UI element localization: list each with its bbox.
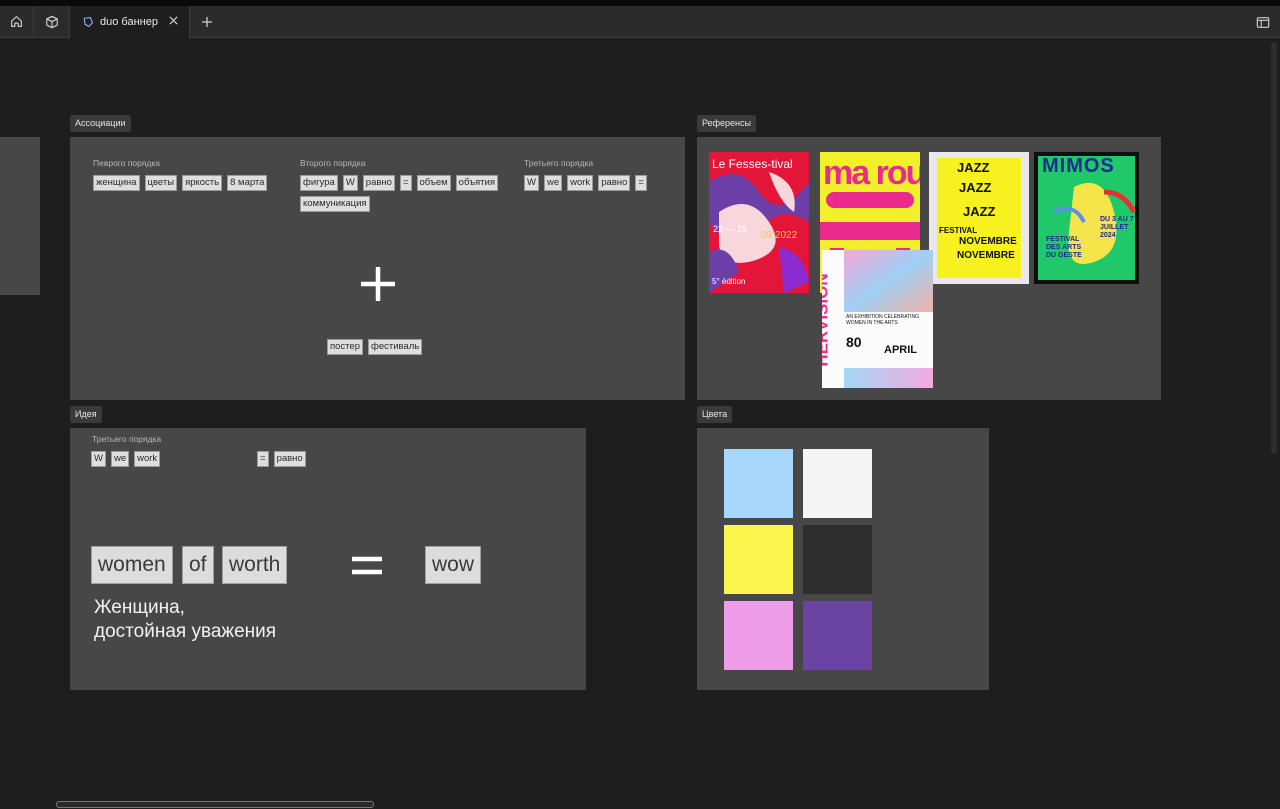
chip[interactable]: женщина <box>93 175 140 191</box>
poster-line1: JAZZ <box>959 180 992 195</box>
subtitle-line: достойная уважения <box>94 621 277 642</box>
chips-second-order: фигура W равно = объем объятия коммуника… <box>300 175 512 212</box>
subtitle-line: Женщина, <box>94 597 185 618</box>
chip[interactable]: 8 марта <box>227 175 268 191</box>
caption-second-order: Второго порядка <box>300 158 366 168</box>
color-swatch-dark-gray[interactable] <box>803 525 872 594</box>
poster-hervision[interactable]: HERVISION AN EXHIBITION CELEBRATING WOME… <box>822 250 933 388</box>
poster-sub: FESTIVAL DES ARTS DU GESTE <box>1046 236 1082 259</box>
chip[interactable]: объем <box>416 175 451 191</box>
plus-icon <box>202 17 212 27</box>
chip[interactable]: W <box>91 451 106 467</box>
big-chip-wow[interactable]: wow <box>425 546 482 584</box>
plus-shape[interactable] <box>356 262 400 306</box>
poster-line2: NOVEMBRE <box>959 236 1017 247</box>
chips-first-order: женщина цветы яркость 8 марта <box>93 175 293 191</box>
chip[interactable]: work <box>567 175 594 191</box>
chip[interactable]: work <box>134 451 161 467</box>
caption-idea: Третьего порядка <box>92 434 162 444</box>
poster-mimos[interactable]: MIMOS FESTIVAL DES ARTS DU GESTE DU 3 AU… <box>1034 152 1139 284</box>
poster-jazzdor[interactable]: JAZZ JAZZ JAZZ FESTIVAL NOVEMBRE NOVEMBR… <box>929 152 1029 284</box>
big-chip-worth[interactable]: worth <box>222 546 288 584</box>
poster-vertical: HERVISION <box>822 273 832 367</box>
chip[interactable]: постер <box>327 339 363 355</box>
tab-bar: duo баннер <box>0 6 1280 38</box>
chip[interactable]: W <box>524 175 539 191</box>
poster-le-fesses-tival[interactable]: Le Fesses-tival 22 — 25 09.2022 5° éditi… <box>709 152 809 293</box>
chip[interactable]: равно <box>362 175 395 191</box>
poster-month: APRIL <box>884 344 917 356</box>
poster-title: MIMOS <box>1042 155 1115 177</box>
chip[interactable]: = <box>399 175 412 191</box>
caption-first-order: Певрого порядка <box>93 158 160 168</box>
poster-line3: FESTIVAL <box>939 226 978 235</box>
color-swatch-purple[interactable] <box>803 601 872 670</box>
chips-third-order: W we work равно = <box>524 175 674 191</box>
horizontal-scrollbar[interactable] <box>56 801 374 808</box>
chips-idea-right: = равно <box>257 451 327 467</box>
tab-duo-banner[interactable]: duo баннер <box>70 6 190 38</box>
chip[interactable]: = <box>257 451 269 467</box>
home-icon <box>11 16 22 27</box>
big-chip-women[interactable]: women <box>91 546 173 584</box>
new-tab-button[interactable] <box>196 13 218 31</box>
chips-format: постер фестиваль <box>327 339 447 355</box>
poster-dates: 22 — 25 <box>713 224 748 234</box>
poster-desc: AN EXHIBITION CELEBRATING WOMEN IN THE A… <box>846 314 919 326</box>
workspace-button[interactable] <box>34 6 70 37</box>
chip[interactable]: объятия <box>455 175 498 191</box>
poster-date: DU 3 AU 7 JUILLET 2024 <box>1100 216 1134 239</box>
chip[interactable]: цветы <box>144 175 178 191</box>
caption-third-order: Третьего порядка <box>524 158 594 168</box>
color-swatch-yellow[interactable] <box>724 525 793 594</box>
big-chip-of[interactable]: of <box>182 546 214 584</box>
chip[interactable]: фигура <box>300 175 338 191</box>
chip[interactable]: we <box>543 175 563 191</box>
color-swatch-white[interactable] <box>803 449 872 518</box>
poster-text: ma rou <box>823 154 920 192</box>
vertical-scrollbar[interactable] <box>1271 42 1277 454</box>
chip[interactable]: коммуникация <box>300 196 370 212</box>
frame-label-associations[interactable]: Ассоциации <box>70 115 131 132</box>
frame-label-references[interactable]: Референсы <box>697 115 756 132</box>
equals-shape[interactable] <box>350 550 384 580</box>
chip[interactable]: равно <box>273 451 306 467</box>
cube-icon <box>45 15 58 28</box>
close-icon[interactable] <box>168 15 179 26</box>
poster-line1: JAZZ <box>963 204 996 219</box>
chips-idea-left: W we work <box>91 451 191 467</box>
poster-line1: JAZZ <box>957 160 990 175</box>
chip[interactable]: we <box>110 451 130 467</box>
tab-title: duo баннер <box>100 16 158 28</box>
poster-title: Le Fesses-tival <box>712 157 793 171</box>
chip[interactable]: яркость <box>182 175 223 191</box>
poster-art <box>709 152 809 293</box>
panel-icon <box>1256 16 1270 28</box>
chip[interactable]: = <box>635 175 647 191</box>
frame-label-idea[interactable]: Идея <box>70 406 102 423</box>
chip[interactable]: W <box>342 175 358 191</box>
color-swatch-pink[interactable] <box>724 601 793 670</box>
home-button[interactable] <box>0 6 34 37</box>
offscreen-frame[interactable] <box>0 137 40 295</box>
chip[interactable]: фестиваль <box>368 339 423 355</box>
poster-edition: 5° édition <box>712 277 746 286</box>
poster-year: 09.2022 <box>761 230 798 241</box>
board-icon <box>83 16 94 28</box>
chip[interactable]: равно <box>598 175 631 191</box>
poster-line2: NOVEMBRE <box>957 250 1015 261</box>
color-swatch-light-blue[interactable] <box>724 449 793 518</box>
frame-label-colors[interactable]: Цвета <box>697 406 733 423</box>
idea-subtitle[interactable]: Женщина, достойная уважения <box>94 596 276 644</box>
sidebar-toggle-button[interactable] <box>1252 12 1274 32</box>
poster-big: 80 <box>846 334 862 350</box>
